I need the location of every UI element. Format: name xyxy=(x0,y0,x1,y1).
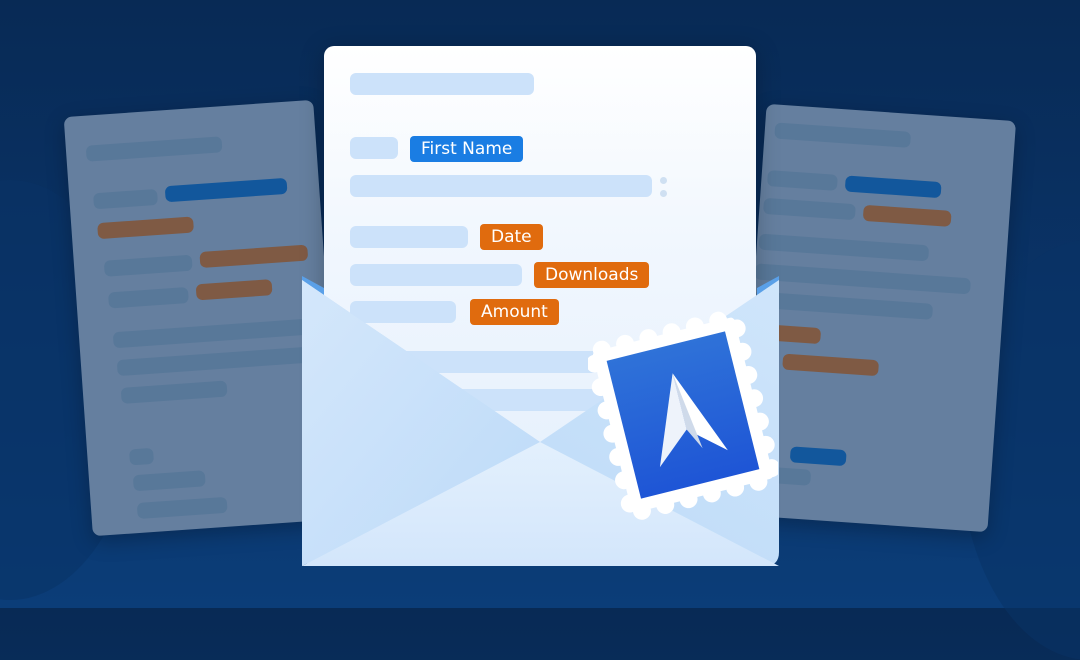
placeholder-bar xyxy=(350,175,652,197)
placeholder-bar xyxy=(350,137,398,159)
field-bar-blue xyxy=(164,177,288,203)
placeholder-bar xyxy=(107,286,189,309)
placeholder-bar xyxy=(762,197,856,221)
placeholder-bar xyxy=(754,263,971,295)
placeholder-bar xyxy=(766,170,838,191)
placeholder-bar xyxy=(85,136,223,162)
field-bar-orange xyxy=(199,244,309,269)
placeholder-bar xyxy=(350,226,468,248)
stamp xyxy=(588,311,778,520)
placeholder-bar xyxy=(136,496,228,520)
tag-first-name: First Name xyxy=(410,136,524,162)
placeholder-bar xyxy=(112,318,314,349)
placeholder-bar xyxy=(758,233,930,262)
placeholder-bar xyxy=(103,254,193,277)
background-document-left xyxy=(63,99,343,537)
placeholder-bar xyxy=(752,291,934,320)
placeholder-bar xyxy=(774,122,912,148)
placeholder-bar xyxy=(93,188,158,210)
placeholder-bar xyxy=(116,346,318,377)
dot xyxy=(660,190,667,197)
placeholder-bar xyxy=(350,73,534,95)
background-document-right xyxy=(737,103,1017,533)
illustration-scene: First Name Date Downloads Amount xyxy=(0,0,1080,660)
field-bar-orange xyxy=(862,204,952,227)
placeholder-bar xyxy=(120,380,228,404)
tag-date: Date xyxy=(480,224,543,250)
dot xyxy=(660,177,667,184)
placeholder-bar xyxy=(132,470,206,492)
field-bar-blue xyxy=(844,175,942,199)
placeholder-bar xyxy=(128,447,155,466)
field-bar-orange xyxy=(195,279,273,301)
field-bar-blue xyxy=(789,446,847,467)
field-bar-orange xyxy=(97,216,195,240)
field-bar-orange xyxy=(782,353,880,377)
